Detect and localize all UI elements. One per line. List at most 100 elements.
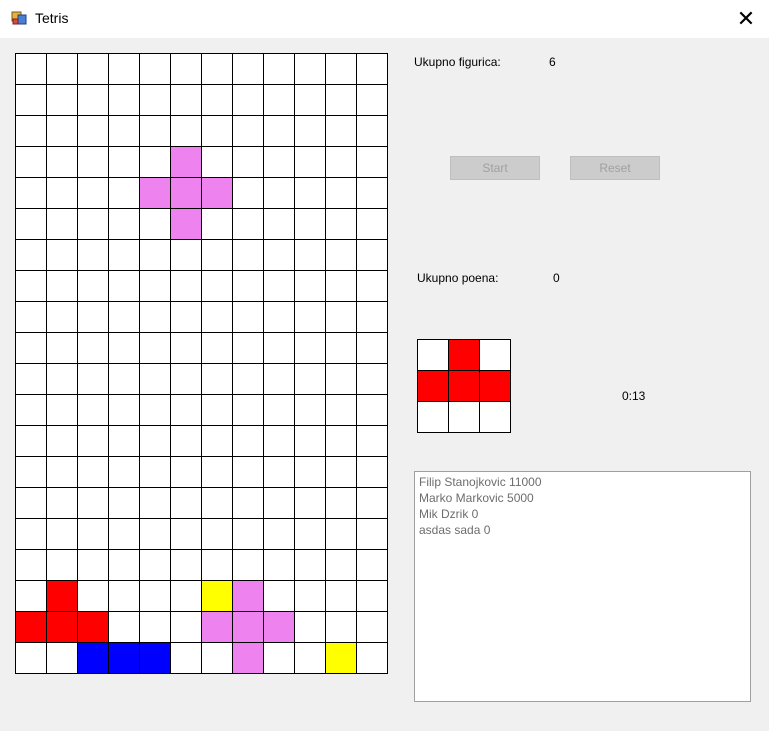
grid-cell [170,84,202,116]
grid-cell [139,84,171,116]
grid-cell [356,208,388,240]
grid-cell [232,301,264,333]
grid-cell [201,270,233,302]
grid-cell [232,53,264,85]
highscore-item[interactable]: Filip Stanojkovic 11000 [419,474,746,490]
grid-row [15,146,388,178]
grid-cell [201,487,233,519]
grid-cell [170,146,202,178]
grid-cell [15,332,47,364]
grid-cell [294,239,326,271]
grid-cell [263,425,295,457]
grid-row [15,301,388,333]
grid-cell [77,394,109,426]
grid-cell [108,208,140,240]
close-button[interactable]: ✕ [723,0,769,38]
grid-cell [170,301,202,333]
grid-cell [356,115,388,147]
grid-cell [108,84,140,116]
grid-cell [201,146,233,178]
grid-cell [356,332,388,364]
grid-cell [356,239,388,271]
grid-cell [139,239,171,271]
grid-cell [77,487,109,519]
grid-cell [46,301,78,333]
grid-cell [232,239,264,271]
grid-cell [263,301,295,333]
grid-cell [325,518,357,550]
grid-row [15,611,388,643]
grid-cell [356,549,388,581]
grid-cell [356,611,388,643]
grid-cell [263,642,295,674]
grid-cell [77,84,109,116]
app-icon [11,10,27,26]
grid-cell [170,332,202,364]
grid-cell [170,208,202,240]
grid-cell [139,518,171,550]
start-button[interactable]: Start [450,156,540,180]
grid-cell [108,394,140,426]
grid-cell [139,115,171,147]
grid-cell [170,115,202,147]
grid-cell [108,239,140,271]
grid-row [15,425,388,457]
grid-cell [15,642,47,674]
grid-cell [232,642,264,674]
grid-cell [201,518,233,550]
grid-row [15,208,388,240]
grid-cell [139,456,171,488]
grid-cell [15,53,47,85]
grid-cell [263,363,295,395]
grid-cell [77,177,109,209]
grid-cell [325,146,357,178]
grid-cell [325,425,357,457]
grid-cell [479,339,511,371]
highscore-item[interactable]: Marko Markovic 5000 [419,490,746,506]
grid-cell [263,239,295,271]
grid-cell [46,394,78,426]
grid-cell [325,84,357,116]
reset-button[interactable]: Reset [570,156,660,180]
grid-cell [325,549,357,581]
grid-cell [170,270,202,302]
grid-cell [294,177,326,209]
grid-cell [356,518,388,550]
grid-cell [263,208,295,240]
grid-cell [201,642,233,674]
grid-cell [294,53,326,85]
grid-cell [139,394,171,426]
grid-cell [325,53,357,85]
grid-cell [108,363,140,395]
grid-cell [325,177,357,209]
grid-cell [356,301,388,333]
grid-cell [294,301,326,333]
highscore-item[interactable]: Mik Dzrik 0 [419,506,746,522]
grid-cell [201,332,233,364]
grid-cell [108,270,140,302]
grid-cell [170,518,202,550]
grid-cell [294,146,326,178]
grid-cell [108,549,140,581]
grid-cell [232,394,264,426]
grid-cell [170,549,202,581]
grid-cell [232,177,264,209]
grid-cell [325,115,357,147]
window-title: Tetris [35,10,69,26]
grid-cell [356,425,388,457]
grid-cell [232,487,264,519]
grid-row [15,549,388,581]
grid-cell [139,425,171,457]
grid-cell [46,84,78,116]
grid-cell [139,146,171,178]
highscore-item[interactable]: asdas sada 0 [419,522,746,538]
grid-cell [294,425,326,457]
grid-cell [77,456,109,488]
grid-cell [15,208,47,240]
highscore-list[interactable]: Filip Stanojkovic 11000 Marko Markovic 50… [414,471,751,702]
grid-cell [46,549,78,581]
grid-cell [232,456,264,488]
grid-cell [170,487,202,519]
grid-cell [263,53,295,85]
grid-row [15,177,388,209]
